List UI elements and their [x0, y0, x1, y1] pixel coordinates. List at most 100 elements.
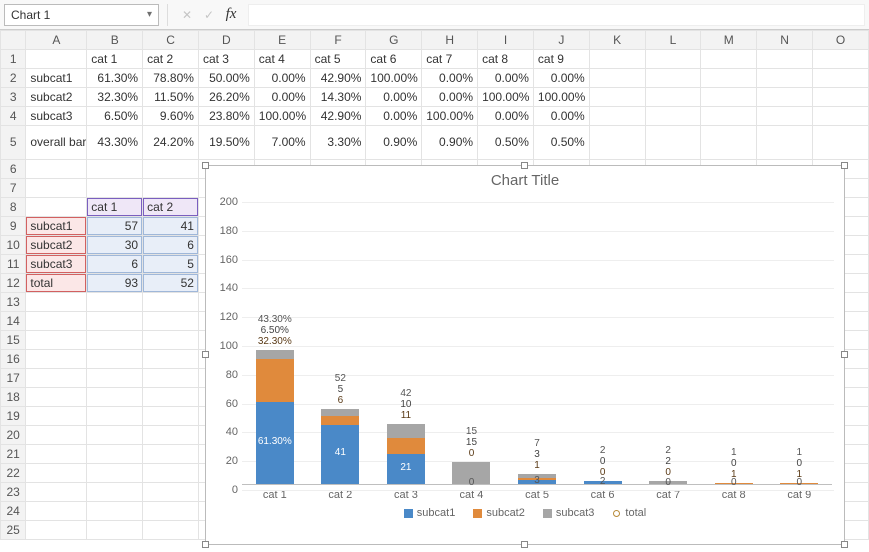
- cell[interactable]: [26, 293, 87, 312]
- cell[interactable]: [701, 88, 757, 107]
- cell[interactable]: [143, 483, 199, 502]
- chart-bar-segment[interactable]: [387, 438, 425, 454]
- resize-handle[interactable]: [521, 162, 528, 169]
- cell[interactable]: [26, 350, 87, 369]
- legend-item[interactable]: subcat3: [543, 507, 595, 519]
- cell[interactable]: 0.00%: [422, 88, 478, 107]
- cell[interactable]: 0.00%: [533, 107, 589, 126]
- cell[interactable]: 100.00%: [422, 107, 478, 126]
- cell[interactable]: [87, 369, 143, 388]
- cell[interactable]: [26, 407, 87, 426]
- cell[interactable]: [26, 331, 87, 350]
- row-header[interactable]: 1: [1, 50, 26, 69]
- cell[interactable]: 0.00%: [254, 88, 310, 107]
- row-header[interactable]: 12: [1, 274, 26, 293]
- cell[interactable]: [813, 88, 869, 107]
- row-header[interactable]: 20: [1, 426, 26, 445]
- cell[interactable]: [87, 464, 143, 483]
- chart-category-column[interactable]: 2200: [635, 197, 701, 484]
- cell[interactable]: 9.60%: [143, 107, 199, 126]
- cell[interactable]: [143, 293, 199, 312]
- cell[interactable]: 0.50%: [478, 126, 534, 160]
- row-header[interactable]: 9: [1, 217, 26, 236]
- cell[interactable]: 30: [87, 236, 143, 255]
- cell[interactable]: [757, 107, 813, 126]
- cell[interactable]: [813, 69, 869, 88]
- cell[interactable]: [589, 69, 645, 88]
- cell[interactable]: 6.50%: [87, 107, 143, 126]
- cell[interactable]: 0.00%: [422, 69, 478, 88]
- chart-bar-segment[interactable]: [256, 359, 294, 402]
- cell[interactable]: 100.00%: [533, 88, 589, 107]
- row-header[interactable]: 19: [1, 407, 26, 426]
- cell[interactable]: 6: [143, 236, 199, 255]
- col-header[interactable]: B: [87, 31, 143, 50]
- cell[interactable]: [87, 388, 143, 407]
- cell[interactable]: 43.30%: [87, 126, 143, 160]
- cell[interactable]: cat 6: [366, 50, 422, 69]
- cell[interactable]: 0.00%: [254, 69, 310, 88]
- cell[interactable]: [589, 50, 645, 69]
- cell[interactable]: 100.00%: [478, 88, 534, 107]
- cell[interactable]: [87, 445, 143, 464]
- cell[interactable]: [87, 179, 143, 198]
- cell[interactable]: [143, 369, 199, 388]
- cell[interactable]: 6: [87, 255, 143, 274]
- cell[interactable]: [87, 483, 143, 502]
- cell[interactable]: 7.00%: [254, 126, 310, 160]
- cell[interactable]: cat 9: [533, 50, 589, 69]
- cell[interactable]: 0.00%: [366, 88, 422, 107]
- cell[interactable]: [87, 350, 143, 369]
- chart-category-column[interactable]: 7313: [504, 197, 570, 484]
- cell[interactable]: 61.30%: [87, 69, 143, 88]
- row-header[interactable]: 18: [1, 388, 26, 407]
- chart-legend[interactable]: subcat1 subcat2 subcat3 total: [206, 501, 844, 525]
- col-header[interactable]: M: [701, 31, 757, 50]
- cell[interactable]: 100.00%: [366, 69, 422, 88]
- fx-icon[interactable]: fx: [220, 4, 242, 26]
- cell[interactable]: 100.00%: [254, 107, 310, 126]
- cell[interactable]: [589, 107, 645, 126]
- cell[interactable]: cat 1: [87, 198, 143, 217]
- cell[interactable]: subcat2: [26, 88, 87, 107]
- cell[interactable]: [87, 312, 143, 331]
- cell[interactable]: [645, 88, 701, 107]
- cell[interactable]: 93: [87, 274, 143, 293]
- col-header[interactable]: I: [478, 31, 534, 50]
- cell[interactable]: [143, 426, 199, 445]
- cell[interactable]: subcat3: [26, 107, 87, 126]
- row-header[interactable]: 17: [1, 369, 26, 388]
- cell[interactable]: cat 7: [422, 50, 478, 69]
- chart-category-column[interactable]: 43.30%6.50%32.30%61.30%: [242, 197, 308, 484]
- cell[interactable]: [143, 388, 199, 407]
- row-header[interactable]: 22: [1, 464, 26, 483]
- cell[interactable]: 14.30%: [310, 88, 366, 107]
- cell[interactable]: 32.30%: [87, 88, 143, 107]
- resize-handle[interactable]: [841, 541, 848, 548]
- cell[interactable]: 0.00%: [533, 69, 589, 88]
- row-header[interactable]: 24: [1, 502, 26, 521]
- chart-category-column[interactable]: 1010: [701, 197, 767, 484]
- cell[interactable]: [87, 521, 143, 540]
- cell[interactable]: 26.20%: [198, 88, 254, 107]
- cell[interactable]: [813, 50, 869, 69]
- chart-bar-segment[interactable]: [321, 409, 359, 416]
- cell[interactable]: subcat2: [26, 236, 87, 255]
- cell[interactable]: [757, 50, 813, 69]
- row-header[interactable]: 11: [1, 255, 26, 274]
- cell[interactable]: 42.90%: [310, 107, 366, 126]
- cell[interactable]: [813, 107, 869, 126]
- cell[interactable]: [26, 50, 87, 69]
- chart-category-column[interactable]: 2002: [570, 197, 636, 484]
- cell[interactable]: [143, 331, 199, 350]
- cell[interactable]: 0.90%: [366, 126, 422, 160]
- row-header[interactable]: 3: [1, 88, 26, 107]
- cell[interactable]: [26, 464, 87, 483]
- cell[interactable]: [701, 107, 757, 126]
- cell[interactable]: [645, 126, 701, 160]
- cell[interactable]: [701, 126, 757, 160]
- col-header[interactable]: N: [757, 31, 813, 50]
- cell[interactable]: [645, 69, 701, 88]
- cell[interactable]: [701, 69, 757, 88]
- cell[interactable]: [87, 502, 143, 521]
